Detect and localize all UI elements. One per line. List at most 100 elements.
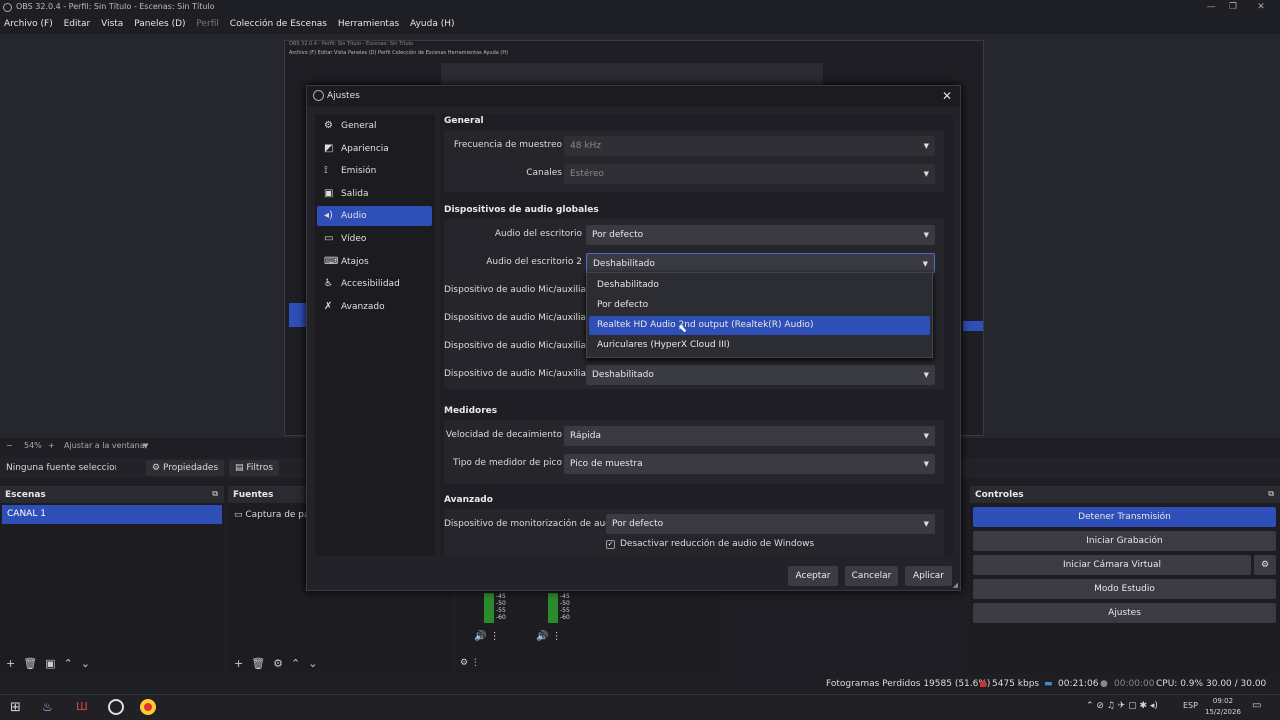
record-time: 00:00:00 [1114, 679, 1155, 689]
menu-view[interactable]: Vista [97, 14, 127, 34]
nav-accessibility[interactable]: ♿ Accesibilidad [317, 274, 432, 294]
chevron-down-icon: ▼ [923, 371, 929, 379]
meter-ticks: -45 -50 -55 -60 [560, 593, 570, 621]
gear-icon: ⚙ [152, 463, 163, 473]
scene-buttons[interactable]: +🗑▣⌃⌄ [6, 657, 98, 670]
nav-audio[interactable]: ◂) Audio [317, 206, 432, 226]
nav-appearance[interactable]: ◩ Apariencia [317, 139, 432, 159]
nav-advanced[interactable]: ✗ Avanzado [317, 297, 432, 317]
section-advanced-header: Avanzado [444, 495, 493, 505]
monitor-device-select[interactable]: Por defecto ▼ [606, 514, 935, 534]
menu-tools[interactable]: Herramientas [334, 14, 403, 34]
channels-label: Canales [526, 168, 562, 178]
dropdown-option[interactable]: Deshabilitado [589, 276, 930, 295]
filters-button[interactable]: ▤ Filtros [229, 460, 280, 476]
stop-stream-button[interactable]: Detener Transmisión [973, 507, 1276, 527]
mic-4-label: Dispositivo de audio Mic/auxiliar 4 [444, 369, 599, 379]
virtual-cam-button[interactable]: Iniciar Cámara Virtual [973, 555, 1251, 575]
stream-time: 00:21:06 [1058, 679, 1099, 689]
nav-output[interactable]: ▣ Salida [317, 184, 432, 204]
section-meters-header: Medidores [444, 406, 498, 416]
dropped-frames: Fotogramas Perdidos 19585 (51.6%) [826, 679, 991, 689]
dialog-title-bar: Ajustes ✕ [307, 86, 960, 106]
chevron-down-icon: ▼ [923, 520, 929, 528]
studio-mode-button[interactable]: Modo Estudio [973, 579, 1276, 599]
notification-icon[interactable]: ▭ [1252, 700, 1261, 711]
channels-select[interactable]: Estéreo ▼ [564, 164, 935, 184]
app-icon[interactable]: Ш [76, 700, 88, 713]
close-icon[interactable]: ✕ [940, 86, 954, 106]
chevron-down-icon: ▼ [923, 231, 929, 239]
chevron-down-icon: ▼ [923, 142, 929, 150]
chevron-down-icon: ▼ [922, 260, 928, 268]
desktop-audio-2-select[interactable]: Deshabilitado ▼ [586, 253, 935, 273]
record-icon: ● [1100, 679, 1108, 689]
obs-taskbar-icon[interactable] [108, 699, 124, 715]
dialog-title: Ajustes [327, 91, 360, 101]
speaker-icon[interactable]: 🔊 ⋮ [474, 631, 500, 642]
language-indicator[interactable]: ESP [1183, 701, 1198, 710]
status-bar: Fotogramas Perdidos 19585 (51.6%) 5475 k… [0, 674, 1280, 709]
gear-icon[interactable]: ⚙ [1254, 555, 1276, 575]
chevron-down-icon[interactable]: ▼ [143, 438, 148, 454]
chevron-down-icon: ▼ [923, 460, 929, 468]
close-window-icon[interactable]: ✕ [1246, 0, 1276, 14]
nav-stream[interactable]: ⟟ Emisión [317, 161, 432, 181]
tray-icons[interactable]: ⌃ ⊘ ♫ ✈ ▢ ✱ ◂) [1086, 701, 1158, 711]
clock[interactable]: 09:02 15/2/2026 [1205, 696, 1241, 718]
mic-4-select[interactable]: Deshabilitado ▼ [586, 365, 935, 385]
scene-item[interactable]: CANAL 1 [2, 505, 222, 524]
sample-rate-select[interactable]: 48 kHz ▼ [564, 136, 935, 156]
dropdown-option[interactable]: Por defecto [589, 296, 930, 315]
decay-rate-label: Velocidad de decaimiento [445, 430, 562, 440]
peak-meter-label: Tipo de medidor de pico [453, 458, 562, 468]
ok-button[interactable]: Aceptar [788, 566, 838, 586]
monitor-icon: ▭ [324, 233, 334, 244]
menu-docks[interactable]: Paneles (D) [130, 14, 189, 34]
decay-rate-select[interactable]: Rápida ▼ [564, 426, 935, 446]
monitor-icon: ▭ [234, 510, 246, 520]
resize-grip-icon[interactable]: ◢ [953, 581, 958, 589]
output-icon: ▣ [324, 188, 334, 199]
gear-icon: ⚙ [324, 120, 333, 131]
monitor-device-label: Dispositivo de monitorización de audio [444, 519, 619, 529]
ducking-checkbox[interactable]: ✓ [606, 540, 615, 549]
menu-scene-collection[interactable]: Colección de Escenas [226, 14, 331, 34]
speaker-icon: ◂) [324, 210, 333, 221]
start-recording-button[interactable]: Iniciar Grabación [973, 531, 1276, 551]
dropdown-option-highlighted[interactable]: Realtek HD Audio 2nd output (Realtek(R) … [589, 316, 930, 335]
mixer-settings-icon[interactable]: ⚙ ⋮ [460, 658, 480, 668]
scenes-panel: Escenas ⧉ CANAL 1 +🗑▣⌃⌄ [0, 486, 224, 674]
mic-1-label: Dispositivo de audio Mic/auxiliar [444, 285, 590, 295]
steam-icon[interactable]: ♨ [42, 700, 53, 714]
source-buttons[interactable]: +🗑⚙⌃⌄ [234, 657, 325, 670]
menu-help[interactable]: Ayuda (H) [406, 14, 458, 34]
menu-profile[interactable]: Perfil [192, 14, 223, 34]
zoom-in-button[interactable]: + [48, 438, 55, 454]
window-title-bar: OBS 32.0.4 - Perfil: Sin Título - Escena… [0, 0, 1280, 14]
dock-float-icon[interactable]: ⧉ [1268, 489, 1274, 499]
obs-logo-icon [3, 3, 12, 12]
menu-file[interactable]: Archivo (F) [0, 14, 57, 34]
nav-hotkeys[interactable]: ⌨ Atajos [317, 252, 432, 272]
meter-bar [484, 593, 494, 623]
nav-general[interactable]: ⚙ General [317, 116, 432, 136]
dock-float-icon[interactable]: ⧉ [212, 489, 218, 499]
stream-health-icon [980, 681, 986, 687]
nav-video[interactable]: ▭ Vídeo [317, 229, 432, 249]
peak-meter-select[interactable]: Pico de muestra ▼ [564, 454, 935, 474]
menu-edit[interactable]: Editar [60, 14, 95, 34]
palette-icon: ◩ [324, 143, 334, 154]
zoom-out-button[interactable]: − [6, 438, 13, 454]
chrome-icon[interactable] [140, 699, 156, 715]
properties-button[interactable]: ⚙ Propiedades [146, 460, 225, 476]
desktop-audio-select[interactable]: Por defecto ▼ [586, 225, 935, 245]
speaker-icon[interactable]: 🔊 ⋮ [536, 631, 562, 642]
cancel-button[interactable]: Cancelar [845, 566, 898, 586]
apply-button[interactable]: Aplicar [905, 566, 952, 586]
settings-button[interactable]: Ajustes [973, 603, 1276, 623]
mic-3-label: Dispositivo de audio Mic/auxiliar 3 [444, 341, 599, 351]
maximize-icon[interactable]: ❐ [1218, 0, 1248, 14]
dropdown-option[interactable]: Auriculares (HyperX Cloud III) [589, 336, 930, 355]
windows-start-icon[interactable]: ⊞ [10, 700, 21, 715]
